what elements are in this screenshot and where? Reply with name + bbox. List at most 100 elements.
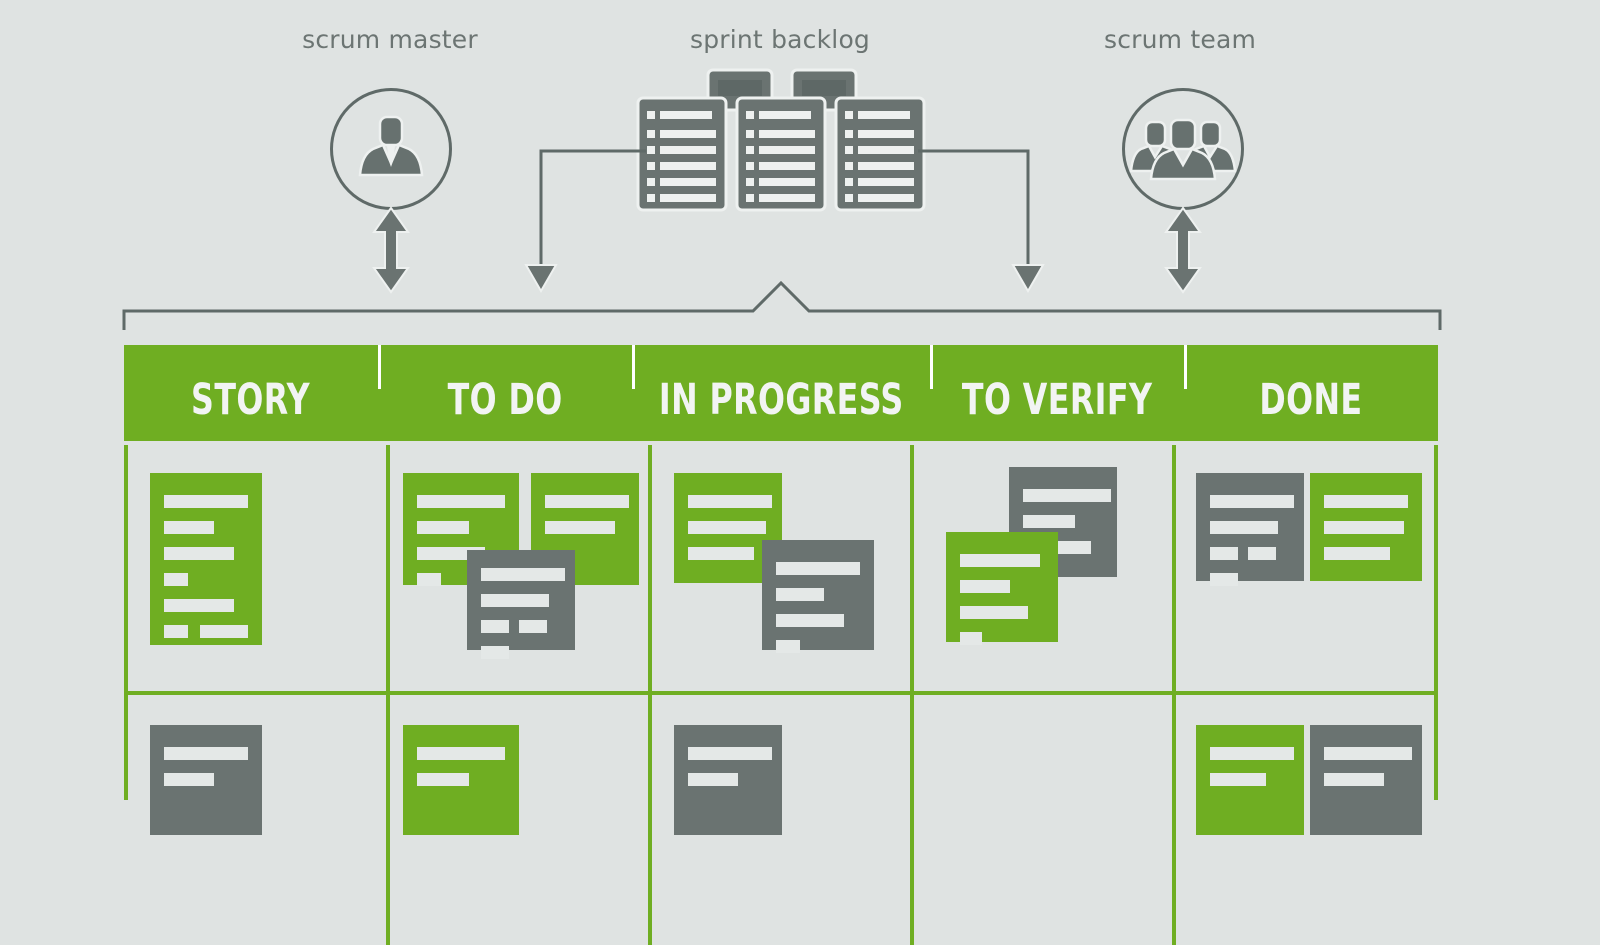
board-column-header-to-verify[interactable]: TO VERIFY <box>930 345 1184 441</box>
arrow-scrum-team-updown <box>1164 206 1202 294</box>
task-card-text-line <box>688 521 766 534</box>
task-card-text-line <box>164 521 214 534</box>
task-card-text-line <box>688 547 754 560</box>
person-tie-icon <box>358 115 424 177</box>
task-card-text-line <box>545 495 629 508</box>
scrum-master-avatar <box>330 88 452 210</box>
board-cell-to-verify[interactable] <box>910 695 1172 945</box>
arrow-backlog-to-left-column <box>539 149 646 268</box>
board-column-header-label: STORY <box>191 375 311 425</box>
task-card-gray[interactable] <box>762 540 874 653</box>
task-card-gray[interactable] <box>467 550 575 659</box>
task-card-text-line <box>776 562 860 575</box>
board-header-row: STORY TO DO IN PROGRESS TO VERIFY DONE <box>124 345 1438 441</box>
task-card-text-line <box>776 614 844 627</box>
board-column-header-story[interactable]: STORY <box>124 345 378 441</box>
people-group-icon <box>1129 118 1237 181</box>
board-column-header-label: TO VERIFY <box>961 375 1153 425</box>
board-column-header-label: TO DO <box>447 375 563 425</box>
task-card-text-line <box>481 568 565 581</box>
board-column-header-done[interactable]: DONE <box>1184 345 1438 441</box>
task-card-text-line <box>417 573 441 586</box>
scrum-master-label: scrum master <box>302 25 478 54</box>
task-card-text-line <box>200 625 248 638</box>
arrow-scrum-master-updown <box>372 206 410 294</box>
task-card-text-line <box>1324 773 1384 786</box>
task-card-text-line <box>1210 773 1266 786</box>
task-card-gray[interactable] <box>150 725 262 835</box>
arrowhead-left <box>524 264 558 294</box>
board-cell-story[interactable] <box>128 445 386 691</box>
task-card-text-line <box>164 547 234 560</box>
board-column-header-todo[interactable]: TO DO <box>377 345 632 441</box>
task-card-text-line <box>1210 495 1294 508</box>
task-card-text-line <box>960 580 1010 593</box>
task-card-green[interactable] <box>1196 725 1304 835</box>
task-card-text-line <box>164 625 188 638</box>
task-card-text-line <box>164 573 188 586</box>
task-card-text-line <box>481 594 549 607</box>
task-card-text-line <box>1324 547 1390 560</box>
task-card-text-line <box>545 521 615 534</box>
board-column-header-label: IN PROGRESS <box>658 375 904 425</box>
scrum-board: STORY TO DO IN PROGRESS TO VERIFY DONE <box>124 345 1438 945</box>
board-cell-todo[interactable] <box>386 695 648 945</box>
board-bracket <box>122 280 1442 330</box>
task-card-text-line <box>1023 515 1075 528</box>
task-card-text-line <box>776 588 824 601</box>
scrum-team-label: scrum team <box>1103 25 1257 54</box>
task-card-text-line <box>164 495 248 508</box>
task-card-text-line <box>960 632 982 645</box>
task-card-text-line <box>417 495 505 508</box>
task-card-text-line <box>1210 747 1294 760</box>
task-card-text-line <box>164 747 248 760</box>
task-card-text-line <box>417 521 469 534</box>
task-card-text-line <box>481 620 509 633</box>
task-card-text-line <box>1210 547 1238 560</box>
task-card-text-line <box>417 747 505 760</box>
board-row <box>128 445 1434 695</box>
task-card-text-line <box>481 646 509 659</box>
task-card-green[interactable] <box>403 725 519 835</box>
task-card-green[interactable] <box>150 473 262 645</box>
task-card-text-line <box>1324 521 1404 534</box>
scrum-team-avatar <box>1122 88 1244 210</box>
task-card-text-line <box>688 495 772 508</box>
board-cell-todo[interactable] <box>386 445 648 691</box>
board-body <box>124 445 1438 945</box>
arrow-backlog-to-right-column <box>918 149 1030 268</box>
task-card-text-line <box>960 606 1028 619</box>
task-card-text-line <box>688 747 772 760</box>
board-cell-done[interactable] <box>1172 445 1434 691</box>
task-card-gray[interactable] <box>1310 725 1422 835</box>
task-card-text-line <box>688 773 738 786</box>
board-cell-done[interactable] <box>1172 695 1434 945</box>
task-card-text-line <box>164 599 234 612</box>
task-card-text-line <box>1023 489 1111 502</box>
task-card-green[interactable] <box>946 532 1058 645</box>
board-cell-to-verify[interactable] <box>910 445 1172 691</box>
task-card-text-line <box>1210 521 1278 534</box>
task-card-green[interactable] <box>1310 473 1422 581</box>
clipboard-stack-icon <box>634 66 928 212</box>
task-card-gray[interactable] <box>1196 473 1304 586</box>
task-card-text-line <box>417 773 469 786</box>
task-card-text-line <box>960 554 1040 567</box>
board-cell-in-progress[interactable] <box>648 445 910 691</box>
task-card-text-line <box>1248 547 1276 560</box>
task-card-text-line <box>1324 495 1408 508</box>
arrowhead-right <box>1011 264 1045 294</box>
board-cell-story[interactable] <box>128 695 386 945</box>
board-row <box>128 695 1434 945</box>
task-card-text-line <box>164 773 214 786</box>
sprint-backlog-label: sprint backlog <box>689 25 871 54</box>
task-card-text-line <box>519 620 547 633</box>
task-card-text-line <box>1324 747 1412 760</box>
board-cell-in-progress[interactable] <box>648 695 910 945</box>
task-card-gray[interactable] <box>674 725 782 835</box>
board-column-header-label: DONE <box>1259 375 1363 425</box>
task-card-text-line <box>1210 573 1238 586</box>
board-column-header-in-progress[interactable]: IN PROGRESS <box>631 345 931 441</box>
task-card-text-line <box>776 640 800 653</box>
diagram-canvas: scrum master sprint backlog scrum team S… <box>0 0 1600 945</box>
